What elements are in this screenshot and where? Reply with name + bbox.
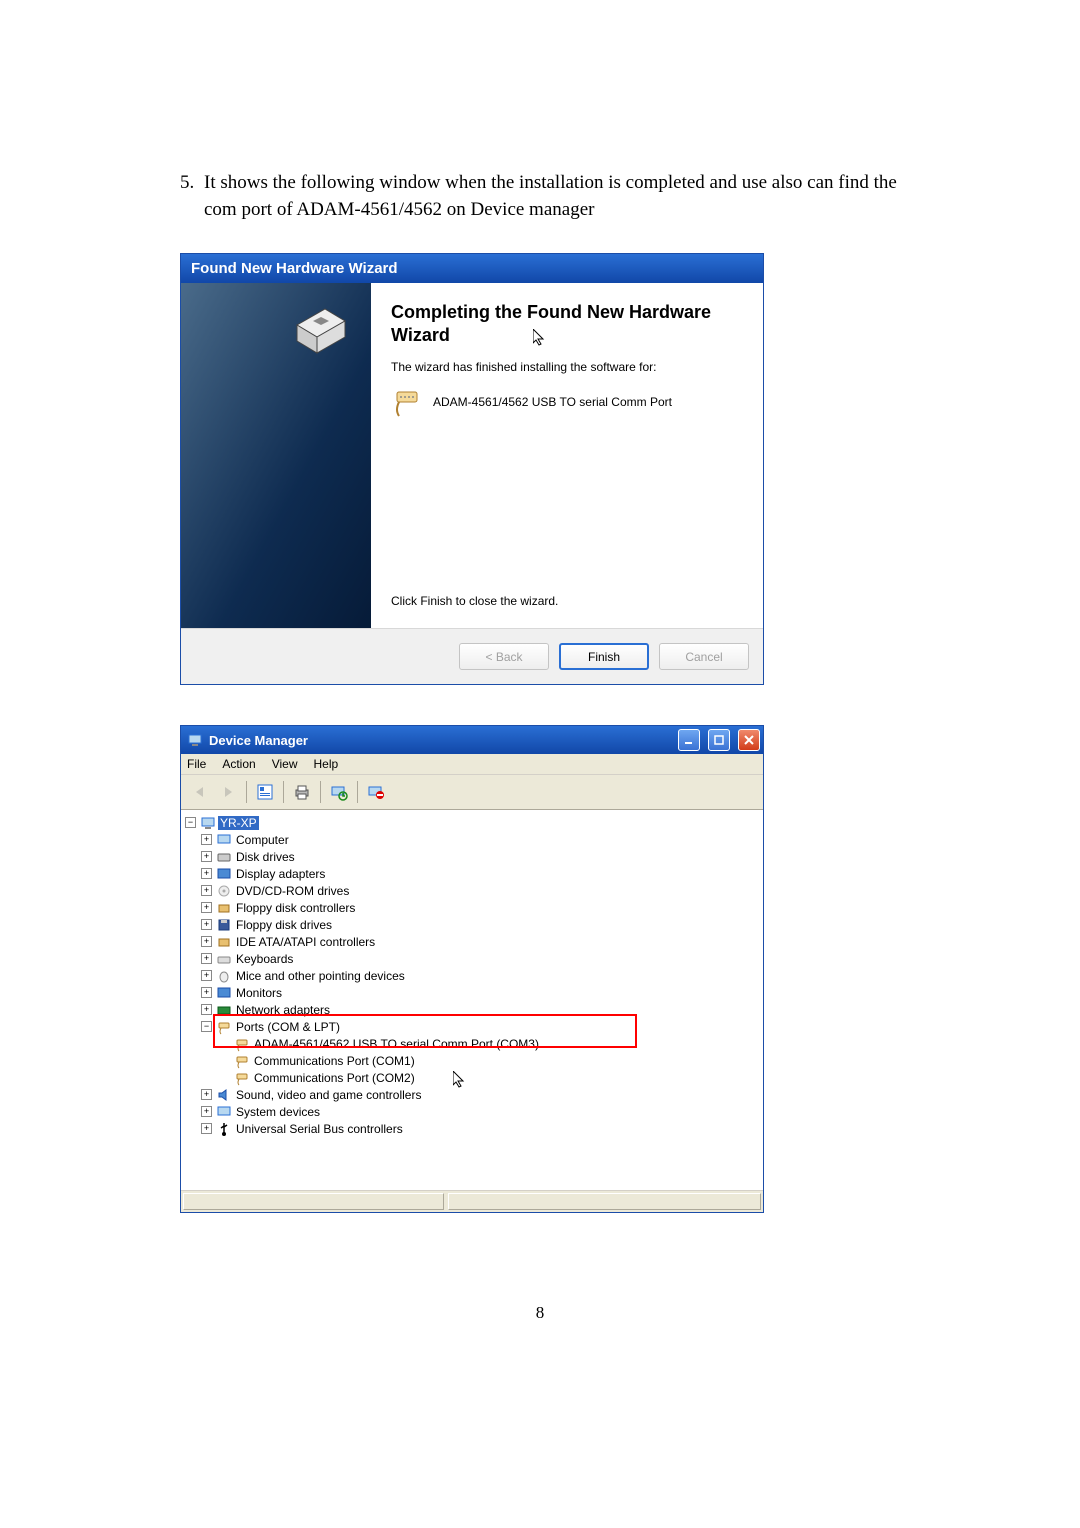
display-icon — [216, 866, 232, 882]
finish-button[interactable]: Finish — [559, 643, 649, 670]
tree-item[interactable]: +Keyboards — [183, 950, 761, 967]
step-text: It shows the following window when the i… — [204, 170, 900, 223]
expand-icon[interactable]: + — [201, 953, 212, 964]
sound-icon — [216, 1087, 232, 1103]
wizard-footer: < Back Finish Cancel — [181, 628, 763, 684]
status-bar — [181, 1190, 763, 1212]
expand-icon[interactable]: + — [201, 834, 212, 845]
tree-item-ports[interactable]: − Ports (COM & LPT) — [183, 1018, 761, 1035]
expand-icon[interactable]: + — [201, 885, 212, 896]
expand-icon[interactable]: + — [201, 1004, 212, 1015]
expand-icon[interactable]: + — [201, 1089, 212, 1100]
expand-icon[interactable]: + — [201, 936, 212, 947]
expand-icon[interactable]: + — [201, 919, 212, 930]
wizard-sidebar-image — [181, 283, 371, 628]
found-new-hardware-wizard: Found New Hardware Wizard Completing the… — [180, 253, 764, 685]
installed-device-name: ADAM-4561/4562 USB TO serial Comm Port — [433, 395, 672, 409]
device-manager-titlebar[interactable]: Device Manager — [181, 726, 763, 754]
tree-item[interactable]: +Display adapters — [183, 865, 761, 882]
wizard-title: Found New Hardware Wizard — [191, 260, 398, 277]
forward-icon — [215, 779, 241, 805]
device-manager-title: Device Manager — [209, 733, 670, 748]
back-button: < Back — [459, 643, 549, 670]
mouse-icon — [216, 968, 232, 984]
cursor-icon — [453, 1071, 467, 1089]
back-icon — [187, 779, 213, 805]
expand-icon[interactable]: + — [201, 1123, 212, 1134]
tree-item[interactable]: +Mice and other pointing devices — [183, 967, 761, 984]
uninstall-icon[interactable] — [363, 779, 389, 805]
port-icon — [234, 1070, 250, 1086]
cursor-icon — [533, 329, 547, 347]
tree-item-port-com1[interactable]: Communications Port (COM1) — [183, 1052, 761, 1069]
tree-item-port-adam[interactable]: ADAM-4561/4562 USB TO serial Comm Port (… — [183, 1035, 761, 1052]
port-icon — [234, 1053, 250, 1069]
expand-icon[interactable]: + — [201, 1106, 212, 1117]
network-icon — [216, 1002, 232, 1018]
port-icon — [216, 1019, 232, 1035]
tree-item[interactable]: +Disk drives — [183, 848, 761, 865]
maximize-button[interactable] — [708, 729, 730, 751]
monitor-icon — [216, 985, 232, 1001]
close-button[interactable] — [738, 729, 760, 751]
floppy-controller-icon — [216, 900, 232, 916]
device-tree[interactable]: − YR-XP +Computer +Disk drives +Display … — [181, 810, 763, 1190]
page-number: 8 — [180, 1303, 900, 1323]
ide-icon — [216, 934, 232, 950]
disk-icon — [216, 849, 232, 865]
menu-action[interactable]: Action — [222, 757, 255, 771]
computer-icon — [200, 815, 216, 831]
port-icon — [234, 1036, 250, 1052]
expand-icon[interactable]: + — [201, 851, 212, 862]
com-port-icon — [391, 386, 423, 418]
print-icon[interactable] — [289, 779, 315, 805]
wizard-description: The wizard has finished installing the s… — [391, 360, 743, 374]
collapse-icon[interactable]: − — [185, 817, 196, 828]
root-label: YR-XP — [218, 816, 259, 830]
tree-item[interactable]: +Sound, video and game controllers — [183, 1086, 761, 1103]
tree-item[interactable]: +Floppy disk drives — [183, 916, 761, 933]
dvd-icon — [216, 883, 232, 899]
menu-file[interactable]: File — [187, 757, 206, 771]
tree-item[interactable]: +IDE ATA/ATAPI controllers — [183, 933, 761, 950]
tree-item-port-com2[interactable]: Communications Port (COM2) — [183, 1069, 761, 1086]
tree-item[interactable]: +Floppy disk controllers — [183, 899, 761, 916]
floppy-drive-icon — [216, 917, 232, 933]
tree-item[interactable]: +Monitors — [183, 984, 761, 1001]
usb-icon — [216, 1121, 232, 1137]
tree-item[interactable]: +Network adapters — [183, 1001, 761, 1018]
wizard-titlebar[interactable]: Found New Hardware Wizard — [181, 254, 763, 283]
device-manager-icon — [187, 732, 203, 748]
step-number: 5. — [180, 170, 204, 223]
tree-item[interactable]: +Universal Serial Bus controllers — [183, 1120, 761, 1137]
expand-icon[interactable]: + — [201, 987, 212, 998]
device-manager-toolbar — [181, 775, 763, 810]
expand-icon[interactable]: + — [201, 868, 212, 879]
device-manager-menubar: File Action View Help — [181, 754, 763, 775]
tree-item[interactable]: +DVD/CD-ROM drives — [183, 882, 761, 899]
minimize-button[interactable] — [678, 729, 700, 751]
expand-icon[interactable]: + — [201, 902, 212, 913]
tree-item[interactable]: +Computer — [183, 831, 761, 848]
system-icon — [216, 1104, 232, 1120]
menu-help[interactable]: Help — [314, 757, 339, 771]
expand-icon[interactable]: + — [201, 970, 212, 981]
cancel-button: Cancel — [659, 643, 749, 670]
computer-icon — [216, 832, 232, 848]
instruction-step: 5. It shows the following window when th… — [180, 170, 900, 223]
wizard-close-instruction: Click Finish to close the wizard. — [391, 594, 743, 618]
menu-view[interactable]: View — [272, 757, 298, 771]
wizard-heading: Completing the Found New Hardware Wizard — [391, 301, 743, 346]
tree-item[interactable]: +System devices — [183, 1103, 761, 1120]
keyboard-icon — [216, 951, 232, 967]
scan-icon[interactable] — [326, 779, 352, 805]
collapse-icon[interactable]: − — [201, 1021, 212, 1032]
device-manager-window: Device Manager File Action View Help — [180, 725, 764, 1213]
properties-icon[interactable] — [252, 779, 278, 805]
installed-device-row: ADAM-4561/4562 USB TO serial Comm Port — [391, 386, 743, 418]
tree-root-computer[interactable]: − YR-XP — [183, 814, 761, 831]
